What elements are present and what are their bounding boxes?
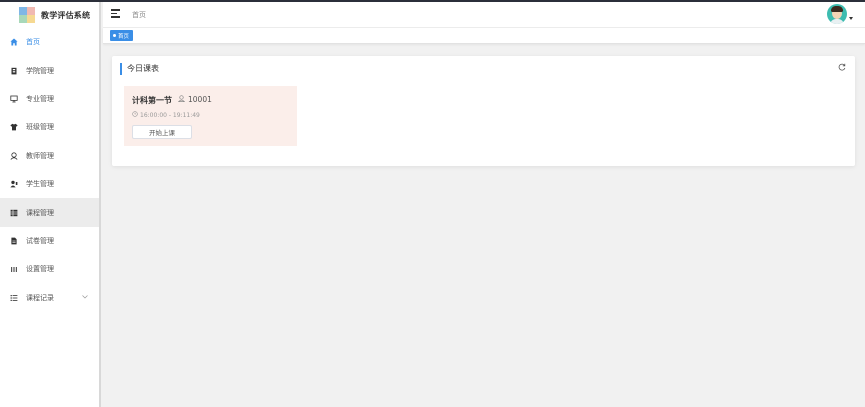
sidebar-item-student[interactable]: 学生管理 <box>0 170 99 198</box>
logo: 教学评估系统 <box>0 2 99 28</box>
refresh-icon[interactable] <box>838 63 846 73</box>
caret-down-icon[interactable] <box>849 17 853 20</box>
app-title: 教学评估系统 <box>41 10 91 20</box>
sidebar-item-settings[interactable]: 设置管理 <box>0 255 99 283</box>
sidebar-item-label: 学院管理 <box>26 66 54 75</box>
time-range: 16:00:00 - 19:11:49 <box>140 111 200 119</box>
sidebar-item-label: 教师管理 <box>26 151 54 160</box>
list-icon <box>10 294 18 302</box>
active-dot-icon <box>113 34 116 37</box>
menu-toggle-icon[interactable] <box>111 9 120 18</box>
logo-icon <box>19 7 35 23</box>
lesson-time: 16:00:00 - 19:11:49 <box>132 111 200 119</box>
user-icon <box>177 95 186 104</box>
top-navbar: 首页 <box>103 2 865 28</box>
lesson-room: 10001 <box>177 95 212 104</box>
sidebar-item-label: 首页 <box>26 38 40 47</box>
lesson-name: 计科第一节 <box>132 96 172 105</box>
sidebar-item-label: 试卷管理 <box>26 236 54 245</box>
card-title: 今日课表 <box>120 63 159 75</box>
sidebar: 教学评估系统 首页 学院管理 专业管理 班级管理 教师管理 学生管理 课程管理 … <box>0 2 101 407</box>
shirt-icon <box>10 123 18 131</box>
sidebar-item-teacher[interactable]: 教师管理 <box>0 142 99 170</box>
start-class-button[interactable]: 开始上课 <box>132 125 192 139</box>
tag-home[interactable]: 首页 <box>110 30 134 41</box>
sidebar-item-home[interactable]: 首页 <box>0 28 99 56</box>
grid-icon <box>10 209 18 217</box>
sidebar-item-label: 设置管理 <box>26 265 54 274</box>
today-schedule-card: 今日课表 计科第一节 10001 16:00:00 - 19:11:49 开始上… <box>112 56 855 166</box>
sidebar-item-label: 班级管理 <box>26 123 54 132</box>
chevron-down-icon[interactable] <box>82 293 88 301</box>
student-icon <box>10 180 18 188</box>
sidebar-item-label: 专业管理 <box>26 94 54 103</box>
tags-view: 首页 <box>103 28 865 44</box>
teacher-icon <box>10 152 18 160</box>
sidebar-item-label: 课程记录 <box>26 293 54 302</box>
sidebar-item-course-record[interactable]: 课程记录 <box>0 284 99 312</box>
document-icon <box>10 237 18 245</box>
room-number: 10001 <box>188 95 212 104</box>
sidebar-item-course[interactable]: 课程管理 <box>0 198 99 227</box>
sidebar-item-college[interactable]: 学院管理 <box>0 56 99 84</box>
clock-icon <box>132 111 138 119</box>
building-icon <box>10 67 18 75</box>
monitor-icon <box>10 95 18 103</box>
breadcrumb[interactable]: 首页 <box>132 10 146 20</box>
home-icon <box>10 38 18 46</box>
tag-label: 首页 <box>118 33 130 40</box>
sidebar-item-paper[interactable]: 试卷管理 <box>0 227 99 255</box>
sidebar-item-label: 课程管理 <box>26 208 54 217</box>
avatar[interactable] <box>827 4 847 24</box>
sidebar-item-major[interactable]: 专业管理 <box>0 85 99 113</box>
sidebar-item-label: 学生管理 <box>26 180 54 189</box>
bars-icon <box>10 265 18 273</box>
lesson-card: 计科第一节 10001 16:00:00 - 19:11:49 开始上课 <box>124 86 297 146</box>
sidebar-item-class[interactable]: 班级管理 <box>0 113 99 141</box>
